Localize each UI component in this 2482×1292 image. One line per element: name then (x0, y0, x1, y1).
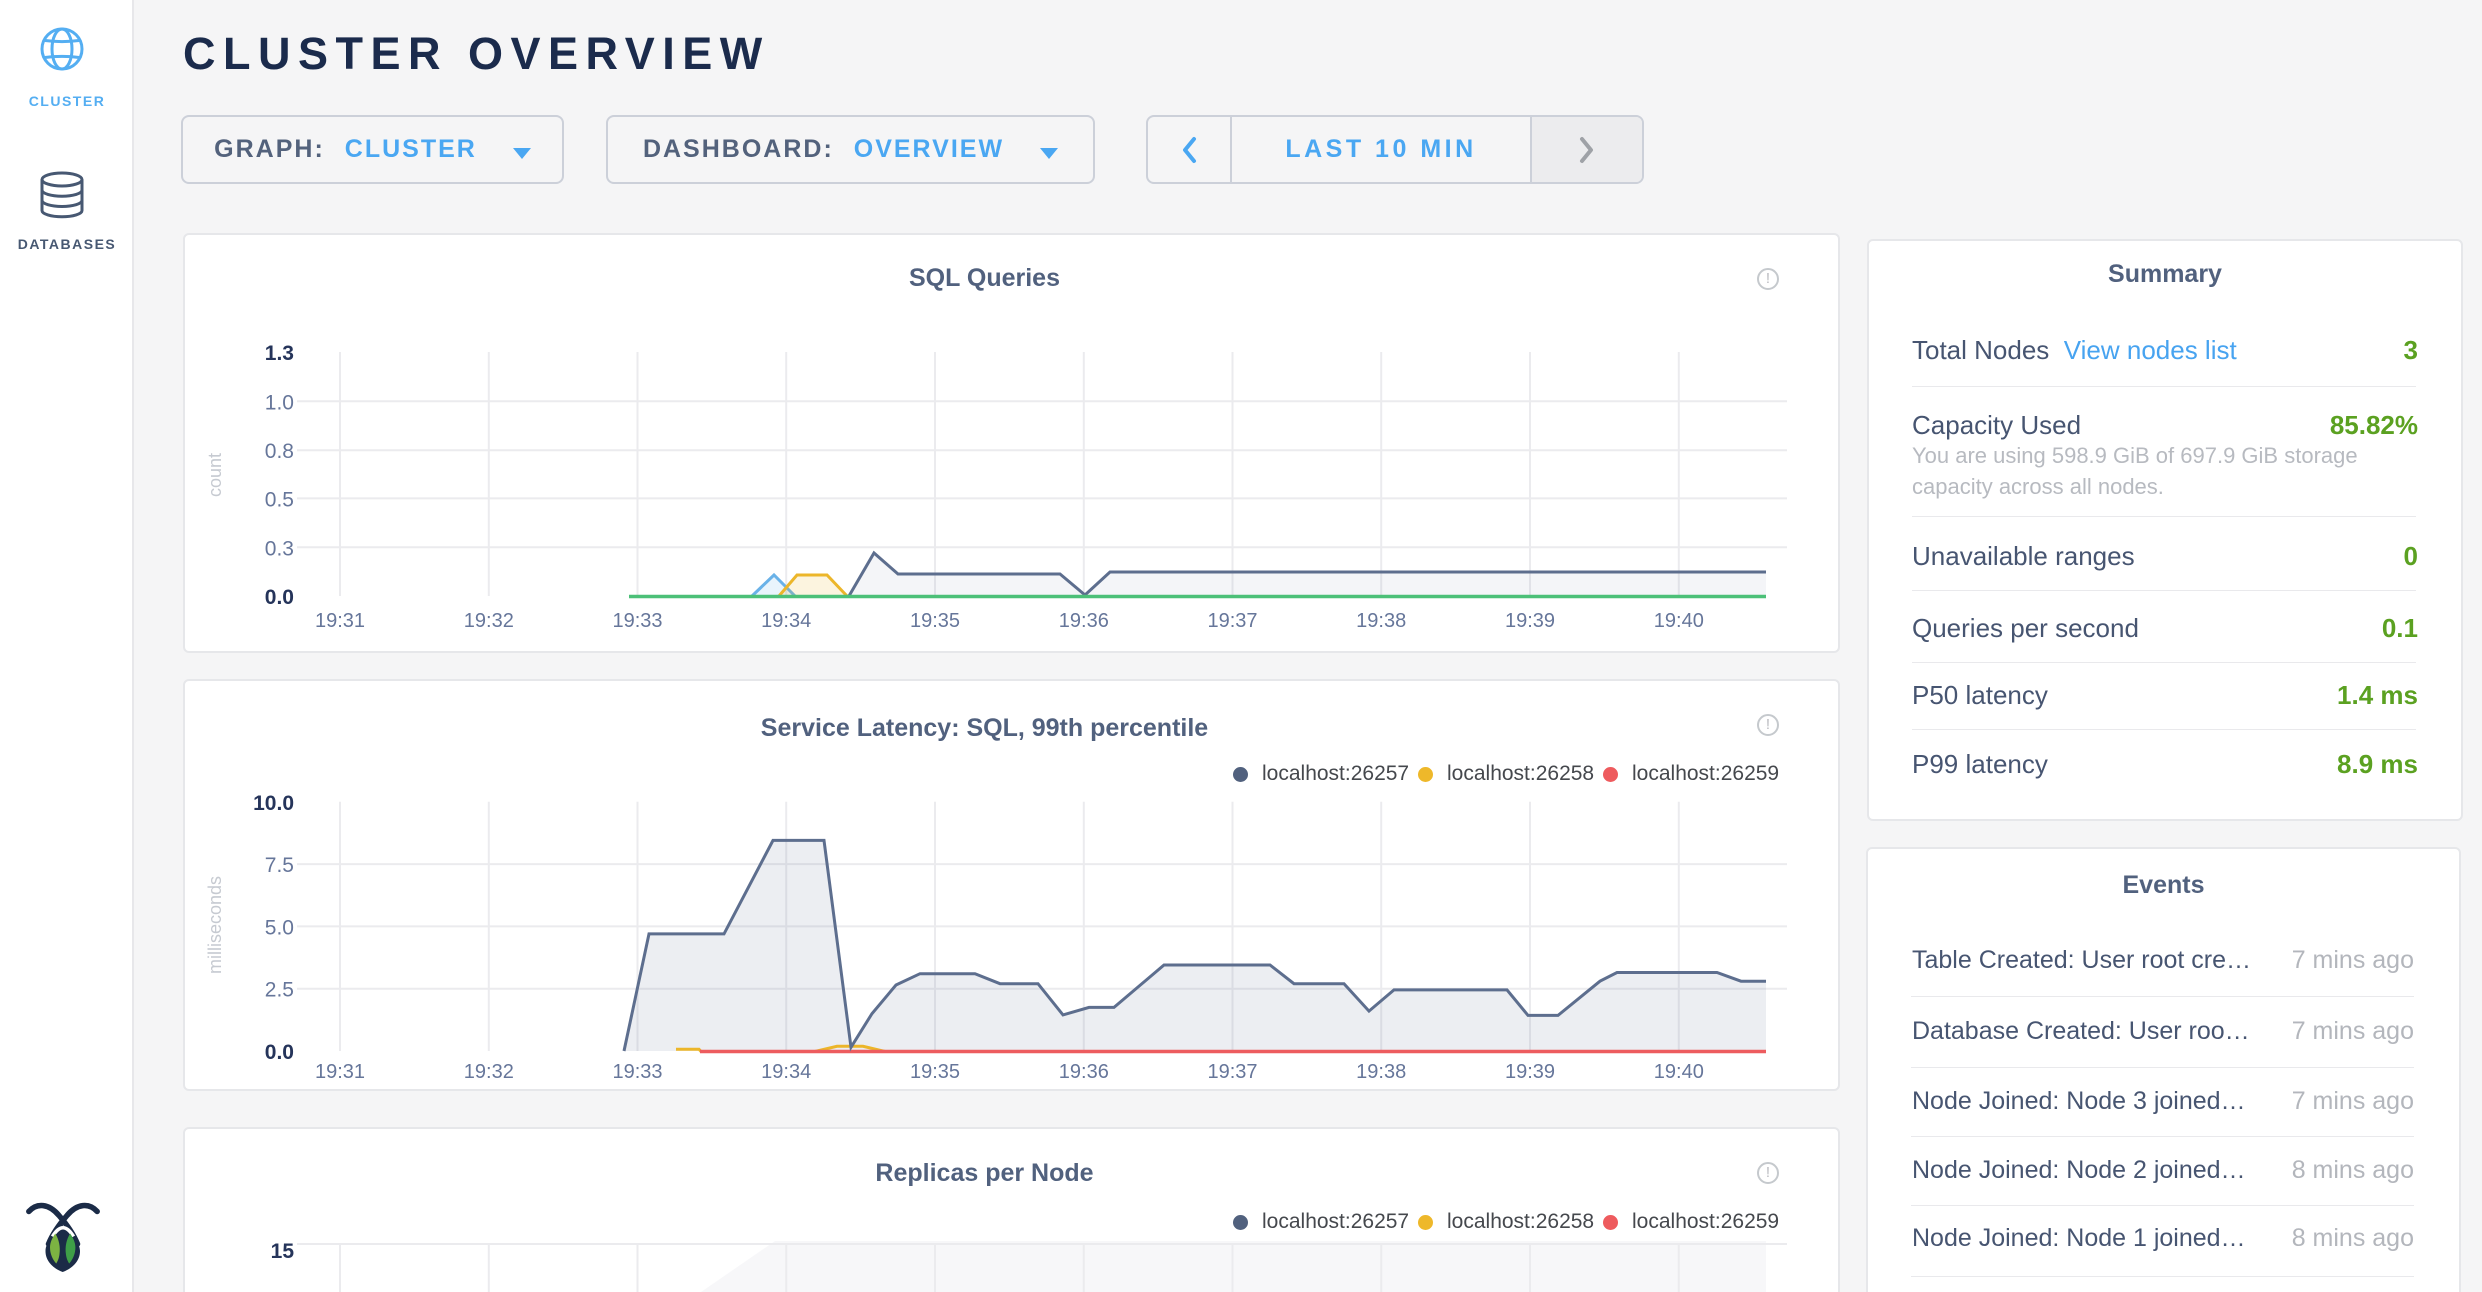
svg-text:19:31: 19:31 (315, 1061, 365, 1083)
svg-text:2.5: 2.5 (265, 979, 294, 1002)
svg-text:milliseconds: milliseconds (205, 876, 225, 974)
svg-text:5.0: 5.0 (265, 916, 294, 939)
svg-text:15: 15 (271, 1240, 295, 1263)
svg-text:19:37: 19:37 (1207, 610, 1257, 632)
svg-text:19:36: 19:36 (1059, 1061, 1109, 1083)
svg-text:19:40: 19:40 (1654, 1061, 1704, 1083)
svg-text:19:40: 19:40 (1654, 610, 1704, 632)
svg-text:19:39: 19:39 (1505, 1061, 1555, 1083)
svg-text:19:34: 19:34 (761, 1061, 811, 1083)
svg-text:19:39: 19:39 (1505, 610, 1555, 632)
svg-text:count: count (205, 453, 225, 497)
svg-text:19:38: 19:38 (1356, 1061, 1406, 1083)
svg-text:7.5: 7.5 (265, 854, 294, 877)
svg-text:19:36: 19:36 (1059, 610, 1109, 632)
svg-text:10.0: 10.0 (253, 792, 294, 815)
svg-text:19:37: 19:37 (1207, 1061, 1257, 1083)
svg-text:19:35: 19:35 (910, 1061, 960, 1083)
svg-text:19:32: 19:32 (464, 1061, 514, 1083)
svg-text:1.3: 1.3 (265, 342, 294, 365)
svg-text:19:33: 19:33 (612, 610, 662, 632)
svg-text:19:33: 19:33 (612, 1061, 662, 1083)
svg-text:0.0: 0.0 (265, 586, 294, 609)
svg-text:0.5: 0.5 (265, 488, 294, 511)
svg-text:0.0: 0.0 (265, 1041, 294, 1064)
svg-text:1.0: 1.0 (265, 391, 294, 414)
svg-text:19:31: 19:31 (315, 610, 365, 632)
svg-text:19:34: 19:34 (761, 610, 811, 632)
svg-text:19:35: 19:35 (910, 610, 960, 632)
svg-text:0.3: 0.3 (265, 537, 294, 560)
svg-text:19:32: 19:32 (464, 610, 514, 632)
svg-text:19:38: 19:38 (1356, 610, 1406, 632)
svg-text:0.8: 0.8 (265, 440, 294, 463)
